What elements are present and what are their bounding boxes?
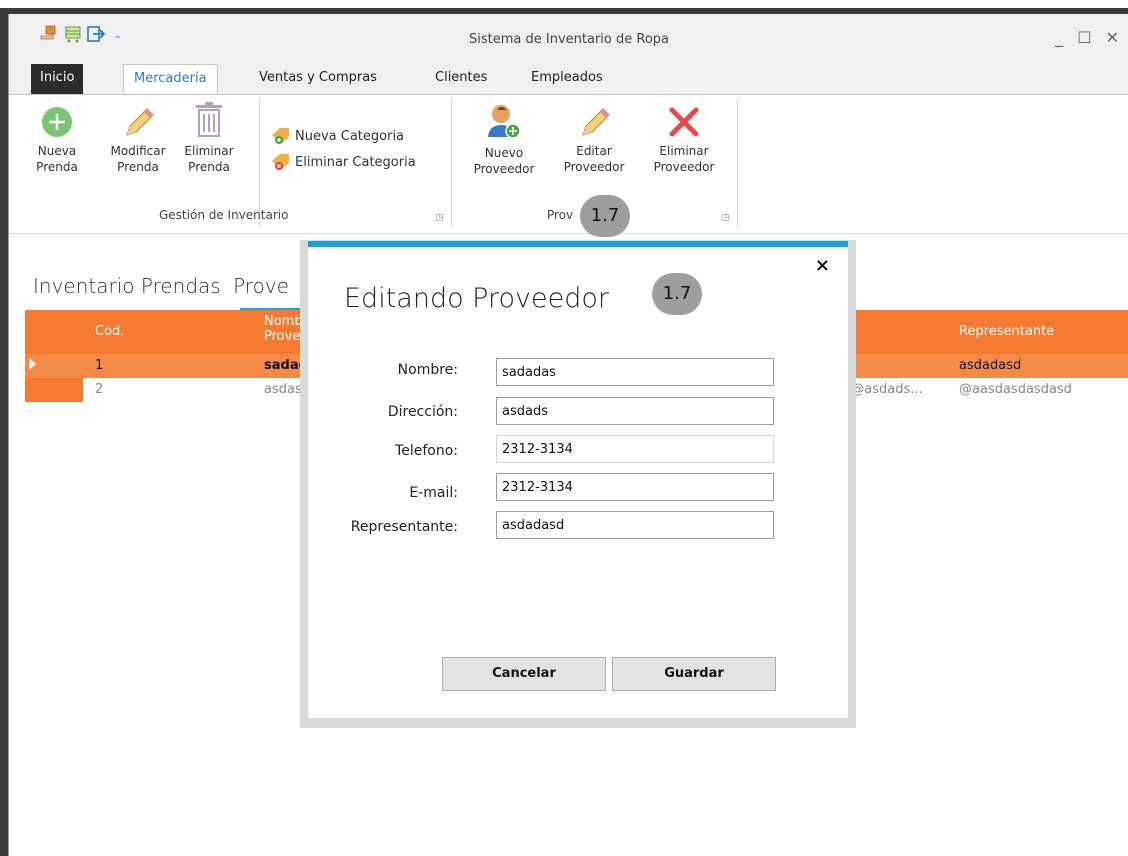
tab-proveedores[interactable]: Prove [233,274,289,298]
nueva-categoria-button[interactable]: Nueva Categoria [271,127,404,145]
representante-label: Representante: [350,519,458,535]
close-window-button[interactable]: ✕ [1106,28,1119,47]
red-x-icon [669,107,699,137]
telefono-field[interactable] [496,435,774,463]
editar-proveedor-dialog: × Editando Proveedor 1.7 Nombre: Direcci… [308,241,848,718]
nombre-field[interactable] [496,358,774,386]
eliminar-prenda-button[interactable]: Eliminar Prenda [183,101,235,175]
step-badge: 1.7 [580,195,630,237]
row-selector-icon [29,358,36,370]
dialog-launcher-icon[interactable]: ◳ [435,213,444,223]
direccion-field[interactable] [496,397,774,425]
modificar-prenda-button[interactable]: Modificar Prenda [103,105,173,175]
tab-mercaderia[interactable]: Mercadería [123,64,218,95]
tab-ventas-compras[interactable]: Ventas y Compras [249,64,387,94]
close-dialog-button[interactable]: × [815,255,830,276]
telefono-label: Telefono: [395,443,458,459]
representante-field[interactable] [496,511,774,539]
nombre-label: Nombre: [397,362,458,378]
dialog-launcher-icon[interactable]: ◳ [721,213,730,223]
screen-top-strip [0,0,1128,14]
user-add-icon [488,105,521,139]
tab-clientes[interactable]: Clientes [425,64,497,94]
tab-empleados[interactable]: Empleados [521,64,613,94]
direccion-label: Dirección: [387,404,458,420]
trash-icon [196,102,222,137]
tag-add-icon [272,128,289,144]
eliminar-proveedor-button[interactable]: Eliminar Proveedor [643,105,725,175]
eliminar-categoria-button[interactable]: Eliminar Categoria [271,153,416,171]
maximize-button[interactable]: ☐ [1077,28,1091,47]
ribbon-tabs: Inicio Mercadería Ventas y Compras Clien… [9,64,1128,95]
content-tabs: Inventario Prendas Prove [33,274,295,298]
col-representante[interactable]: Representante [959,324,1054,339]
nueva-prenda-button[interactable]: Nueva Prenda [35,105,79,175]
email-field[interactable] [496,473,774,501]
pencil-icon [126,108,154,136]
nuevo-proveedor-button[interactable]: Nuevo Proveedor [463,103,545,177]
editar-proveedor-button[interactable]: Editar Proveedor [553,105,635,175]
email-label: E-mail: [409,485,458,501]
save-button[interactable]: Guardar [612,657,776,691]
col-nombre[interactable]: Nomb Prove [264,314,303,344]
tag-remove-icon [272,154,289,170]
col-cod[interactable]: Cod. [95,324,124,339]
cancel-button[interactable]: Cancelar [442,657,606,691]
step-badge: 1.7 [652,273,702,315]
add-circle-icon [42,107,72,137]
ribbon: Nueva Prenda Modificar Prenda Eliminar P… [9,94,1128,234]
window-controls: _ ☐ ✕ [1055,28,1119,47]
dialog-title: Editando Proveedor [344,283,609,314]
tab-inicio[interactable]: Inicio [31,64,84,94]
title-bar: ₌ Sistema de Inventario de Ropa _ ☐ ✕ [9,14,1128,64]
group-gestion-inventario: Gestión de Inventario [159,208,289,222]
window-title: Sistema de Inventario de Ropa [469,32,669,47]
tab-inventario-prendas[interactable]: Inventario Prendas [33,274,221,298]
minimize-button[interactable]: _ [1055,28,1063,47]
pencil-icon [582,108,610,136]
